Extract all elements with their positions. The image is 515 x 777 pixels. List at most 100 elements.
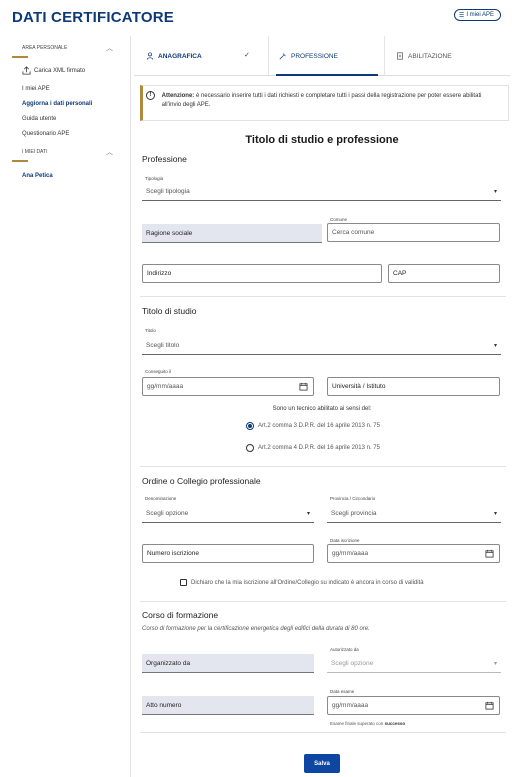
placeholder: gg/mm/aaaa bbox=[332, 550, 369, 557]
radio-question: Sono un tecnico abilitato ai sensi del: bbox=[272, 406, 372, 412]
checkbox-label: Dichiaro che la mia iscrizione all'Ordin… bbox=[191, 579, 424, 586]
sidebar-item-update-personal-data[interactable]: Aggiorna i dati personali bbox=[22, 101, 92, 107]
data-esame-input[interactable]: gg/mm/aaaa bbox=[327, 696, 500, 715]
field-label: Università / Istituto bbox=[332, 383, 386, 390]
provincia-label: Provincia / Circondario bbox=[330, 496, 376, 501]
divider bbox=[140, 732, 506, 733]
autorizzato-label: Autorizzato da bbox=[330, 647, 359, 652]
document-icon bbox=[397, 52, 403, 60]
sidebar-section-personal-area[interactable]: AREA PERSONALE ︿ bbox=[0, 40, 131, 58]
section-heading-ordine: Ordine o Collegio professionale bbox=[142, 476, 261, 486]
section-accent-bar bbox=[12, 160, 28, 162]
tab-label: PROFESSIONE bbox=[291, 52, 338, 60]
tab-professione[interactable]: PROFESSIONE bbox=[279, 36, 338, 76]
hint-bold: successo bbox=[384, 721, 406, 726]
my-ape-label: I miei APE bbox=[466, 12, 494, 18]
placeholder: gg/mm/aaaa bbox=[332, 702, 369, 709]
check-icon: ✓ bbox=[244, 52, 250, 59]
field-label: Indirizzo bbox=[147, 270, 172, 277]
comune-search-input[interactable]: Cerca comune bbox=[327, 223, 500, 242]
placeholder: Cerca comune bbox=[332, 229, 375, 236]
user-icon bbox=[146, 52, 154, 60]
iscrizione-validity-checkbox[interactable]: Dichiaro che la mia iscrizione all'Ordin… bbox=[180, 579, 424, 586]
denominazione-select[interactable]: Scegli opzione bbox=[142, 504, 314, 523]
save-button[interactable]: Salva bbox=[304, 754, 340, 773]
select-value: Scegli provincia bbox=[331, 509, 377, 517]
chevron-up-icon[interactable]: ︿ bbox=[106, 147, 113, 157]
data-esame-label: Data esame bbox=[330, 689, 355, 694]
divider bbox=[140, 466, 506, 467]
sidebar-section-my-data[interactable]: I MIEI DATI ︿ bbox=[0, 144, 131, 162]
calendar-icon[interactable] bbox=[299, 382, 308, 391]
hint-text: Esame finale superato con bbox=[330, 721, 384, 726]
sidebar-item-my-ape[interactable]: I miei APE bbox=[22, 86, 50, 92]
universita-field[interactable]: Università / Istituto bbox=[327, 377, 500, 396]
data-iscrizione-label: Data iscrizione bbox=[330, 538, 360, 543]
conseguito-date-input[interactable]: gg/mm/aaaa bbox=[142, 377, 314, 396]
warning-alert: ! Attenzione: è necessario inserire tutt… bbox=[140, 85, 509, 121]
list-icon: ☰ bbox=[458, 12, 465, 19]
field-label: CAP bbox=[393, 270, 407, 277]
field-label: Ragione sociale bbox=[146, 229, 193, 237]
select-value: Scegli opzione bbox=[331, 659, 374, 667]
sidebar: AREA PERSONALE ︿ Carica XML firmato I mi… bbox=[0, 36, 131, 777]
atto-numero-field[interactable]: Atto numero bbox=[142, 696, 314, 715]
divider bbox=[140, 601, 506, 602]
divider bbox=[140, 296, 506, 297]
data-iscrizione-input[interactable]: gg/mm/aaaa bbox=[327, 544, 500, 563]
sidebar-section-label: AREA PERSONALE bbox=[22, 45, 68, 51]
radio-button[interactable] bbox=[246, 444, 254, 452]
tab-bar: ANAGRAFICA ✓ PROFESSIONE ABILITAZIONE bbox=[134, 36, 510, 76]
indirizzo-field[interactable]: Indirizzo bbox=[142, 264, 382, 283]
alert-title: Attenzione: bbox=[161, 93, 195, 99]
tools-icon bbox=[279, 53, 286, 60]
provincia-select[interactable]: Scegli provincia bbox=[327, 504, 501, 523]
sidebar-user-name[interactable]: Ana Petica bbox=[22, 173, 53, 179]
calendar-icon[interactable] bbox=[485, 549, 494, 558]
tipologia-select[interactable]: Scegli tipologia bbox=[142, 182, 501, 201]
select-value: Scegli tipologia bbox=[146, 187, 190, 195]
conseguito-label: Conseguito il bbox=[145, 369, 172, 374]
field-label: Atto numero bbox=[146, 701, 182, 709]
chevron-up-icon[interactable]: ︿ bbox=[106, 43, 113, 53]
radio-option-comma-3[interactable]: Art.2 comma 3 D.P.R. del 16 aprile 2013 … bbox=[246, 422, 380, 430]
calendar-icon[interactable] bbox=[485, 701, 494, 710]
sidebar-item-label: Carica XML firmato bbox=[34, 67, 86, 74]
esame-hint: Esame finale superato con successo bbox=[330, 721, 405, 726]
tab-divider bbox=[268, 36, 269, 76]
placeholder: gg/mm/aaaa bbox=[147, 383, 184, 390]
form-title: Titolo di studio e professione bbox=[245, 134, 399, 146]
tab-label: ABILITAZIONE bbox=[408, 52, 452, 60]
checkbox[interactable] bbox=[180, 579, 187, 586]
ragione-sociale-field[interactable]: Ragione sociale bbox=[142, 224, 322, 243]
section-heading-professione: Professione bbox=[142, 154, 187, 164]
radio-option-comma-4[interactable]: Art.2 comma 4 D.P.R. del 16 aprile 2013 … bbox=[246, 444, 380, 452]
cap-field[interactable]: CAP bbox=[388, 264, 500, 283]
sidebar-section-label: I MIEI DATI bbox=[22, 149, 48, 155]
my-ape-button[interactable]: ☰ I miei APE bbox=[453, 9, 501, 21]
radio-button-selected[interactable] bbox=[246, 422, 254, 430]
alert-text: è necessario inserire tutti i dati richi… bbox=[161, 93, 482, 108]
corso-subtitle: Corso di formazione per la certificazion… bbox=[142, 626, 370, 632]
numero-iscrizione-field[interactable]: Numero iscrizione bbox=[142, 544, 314, 563]
comune-label: Comune bbox=[330, 217, 348, 222]
tab-label: ANAGRAFICA bbox=[158, 52, 202, 60]
select-value: Scegli opzione bbox=[146, 509, 189, 517]
section-heading-corso: Corso di formazione bbox=[142, 610, 219, 620]
sidebar-item-questionnaire[interactable]: Questionario APE bbox=[22, 131, 69, 137]
active-tab-indicator bbox=[276, 74, 378, 76]
organizzato-da-field[interactable]: Organizzato da bbox=[142, 654, 314, 673]
titolo-select[interactable]: Scegli titolo bbox=[142, 336, 501, 355]
upload-icon bbox=[22, 66, 31, 75]
denominazione-label: Denominazione bbox=[145, 496, 177, 501]
autorizzato-select[interactable]: Scegli opzione bbox=[327, 654, 501, 673]
titolo-label: Titolo bbox=[145, 328, 156, 333]
tab-abilitazione[interactable]: ABILITAZIONE bbox=[396, 36, 452, 76]
section-accent-bar bbox=[12, 56, 28, 58]
sidebar-item-user-guide[interactable]: Guida utente bbox=[22, 116, 56, 122]
field-label: Organizzato da bbox=[146, 659, 191, 667]
select-value: Scegli titolo bbox=[146, 341, 180, 349]
tab-divider bbox=[384, 36, 385, 76]
tab-anagrafica[interactable]: ANAGRAFICA bbox=[146, 36, 202, 76]
sidebar-item-upload-xml[interactable]: Carica XML firmato bbox=[22, 66, 85, 75]
